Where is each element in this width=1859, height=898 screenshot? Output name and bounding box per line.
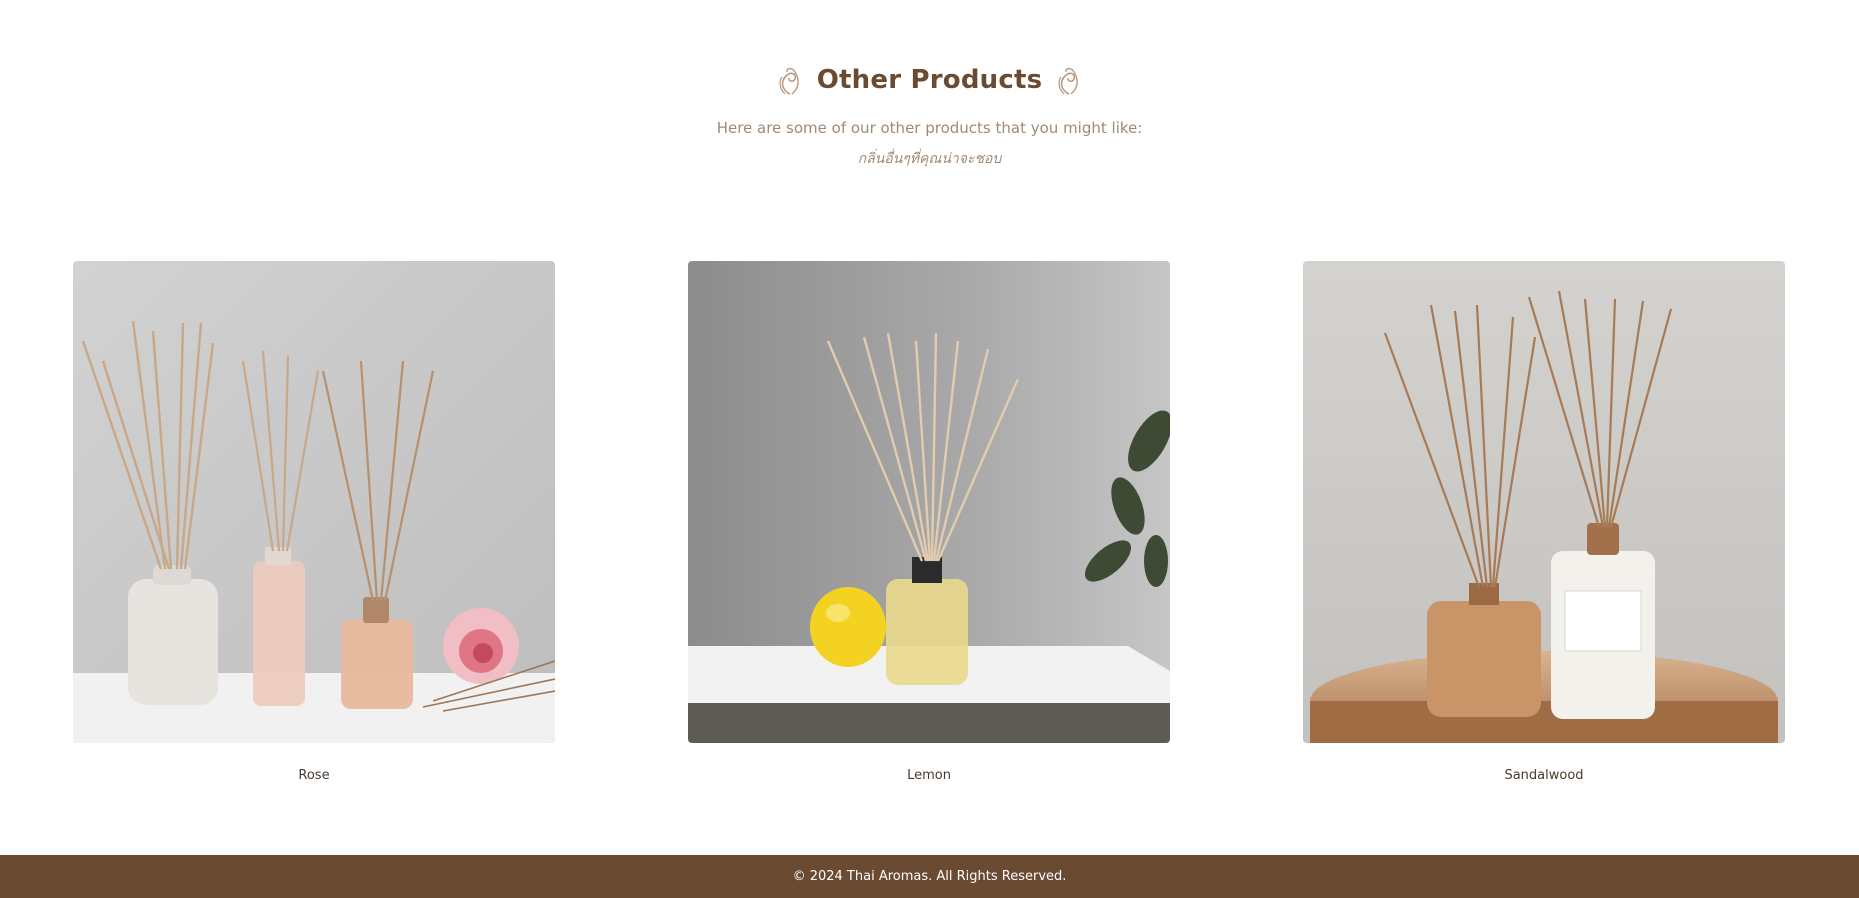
product-label[interactable]: Rose [73,768,555,783]
product-card-rose[interactable]: Rose [73,261,555,783]
sandalwood-reed-diffuser-photo[interactable] [1303,261,1785,743]
swirl-ornament-icon-right [1056,64,1082,96]
site-footer: © 2024 Thai Aromas. All Rights Reserved. [0,855,1859,898]
lemon-reed-diffuser-photo[interactable] [688,261,1170,743]
section-subtitle: Here are some of our other products that… [716,119,1143,137]
footer-copyright: © 2024 Thai Aromas. All Rights Reserved. [792,869,1067,884]
rose-reed-diffuser-photo[interactable] [73,261,555,743]
product-card-lemon[interactable]: Lemon [688,261,1170,783]
product-label[interactable]: Sandalwood [1303,768,1785,783]
product-label[interactable]: Lemon [688,768,1170,783]
section-subtitle-thai: กลิ่นอื่นๆที่คุณน่าจะชอบ [857,151,1002,167]
product-card-sandalwood[interactable]: Sandalwood [1303,261,1785,783]
section-title: Other Products [816,65,1043,95]
swirl-ornament-icon-left [777,64,803,96]
section-heading: Other Products [0,58,1859,102]
